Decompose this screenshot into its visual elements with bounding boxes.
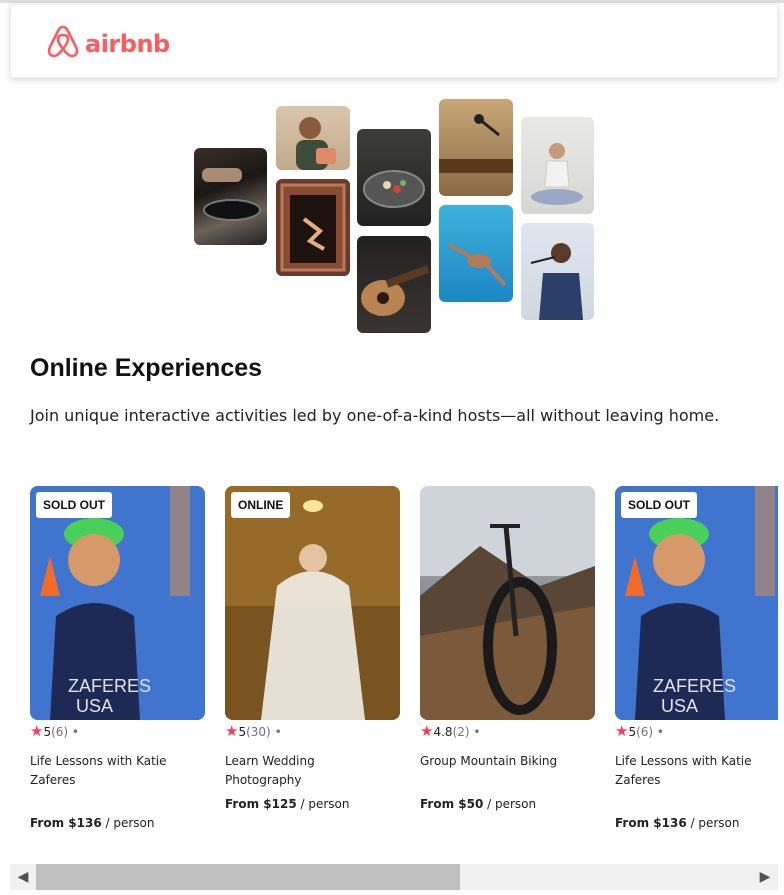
- rating-value: 5: [238, 725, 247, 739]
- card-rating: ★4.8(2) •: [420, 722, 480, 740]
- experience-card[interactable]: ONLINE ★5(30) • Learn Wedding Photograph…: [225, 486, 400, 811]
- cooking-pan-image: [194, 148, 267, 245]
- experience-card[interactable]: ZAFERES USA SOLD OUT ★5(6) • Life Lesson…: [615, 486, 784, 830]
- section-subtitle: Join unique interactive activities led b…: [30, 406, 720, 425]
- price-amount: From $50: [420, 797, 484, 811]
- swimmer-pool-image: [439, 205, 513, 302]
- card-image[interactable]: ZAFERES USA SOLD OUT: [30, 486, 205, 720]
- card-title[interactable]: Group Mountain Biking: [420, 752, 580, 771]
- price-amount: From $125: [225, 797, 297, 811]
- price-unit: / person: [686, 816, 740, 830]
- svg-text:ZAFERES: ZAFERES: [653, 676, 736, 696]
- card-title[interactable]: Life Lessons with Katie Zaferes: [615, 752, 775, 790]
- card-image[interactable]: [420, 486, 595, 720]
- review-count: (2): [452, 725, 470, 739]
- performer-singing-image: [521, 223, 594, 320]
- card-image[interactable]: ONLINE: [225, 486, 400, 720]
- section-title: Online Experiences: [30, 354, 263, 382]
- separator-dot: •: [473, 725, 481, 739]
- price-unit: / person: [101, 816, 155, 830]
- star-icon: ★: [420, 722, 434, 740]
- review-count: (6): [636, 725, 654, 739]
- separator-dot: •: [274, 725, 282, 739]
- horizontal-scrollbar[interactable]: ◀ ▶: [10, 864, 778, 890]
- separator-dot: •: [71, 725, 79, 739]
- singer-microphone-image: [439, 99, 513, 196]
- rating-value: 5: [43, 725, 52, 739]
- site-header: airbnb: [10, 4, 778, 78]
- rating-value: 4.8: [433, 725, 453, 739]
- rating-value: 5: [628, 725, 637, 739]
- card-price: From $50 / person: [420, 797, 536, 811]
- status-badge: ONLINE: [231, 492, 291, 518]
- card-image[interactable]: ZAFERES USA SOLD OUT: [615, 486, 778, 720]
- price-amount: From $136: [615, 816, 687, 830]
- guitar-image: [357, 236, 431, 333]
- status-badge: SOLD OUT: [36, 492, 112, 518]
- scroll-right-arrow-icon[interactable]: ▶: [752, 864, 778, 890]
- card-rating: ★5(30) •: [225, 722, 282, 740]
- experience-card[interactable]: ★4.8(2) • Group Mountain Biking From $50…: [420, 486, 595, 811]
- scrollbar-thumb[interactable]: [36, 864, 460, 890]
- experience-card[interactable]: ZAFERES USA SOLD OUT ★5(6) • Life Lesson…: [30, 486, 205, 830]
- food-bowl-image: [357, 129, 431, 226]
- price-unit: / person: [296, 797, 350, 811]
- card-rating: ★5(6) •: [30, 722, 79, 740]
- logo-text: airbnb: [85, 30, 170, 58]
- star-icon: ★: [30, 722, 44, 740]
- review-count: (30): [246, 725, 271, 739]
- svg-text:USA: USA: [76, 696, 113, 716]
- card-title[interactable]: Life Lessons with Katie Zaferes: [30, 752, 190, 790]
- svg-text:USA: USA: [661, 696, 698, 716]
- review-count: (6): [51, 725, 69, 739]
- yoga-woman-image: [521, 117, 594, 214]
- card-price: From $136 / person: [615, 816, 739, 830]
- pottery-woman-image: [276, 106, 350, 170]
- airbnb-logo-icon: [47, 25, 79, 63]
- status-badge: SOLD OUT: [621, 492, 697, 518]
- separator-dot: •: [656, 725, 664, 739]
- card-rating: ★5(6) •: [615, 722, 664, 740]
- card-title[interactable]: Learn Wedding Photography: [225, 752, 385, 790]
- price-amount: From $136: [30, 816, 102, 830]
- star-icon: ★: [615, 722, 629, 740]
- star-icon: ★: [225, 722, 239, 740]
- price-unit: / person: [483, 797, 537, 811]
- scroll-left-arrow-icon[interactable]: ◀: [10, 864, 36, 890]
- window-top-border: [0, 0, 784, 3]
- dancer-doorway-image: [276, 179, 350, 276]
- card-price: From $125 / person: [225, 797, 349, 811]
- svg-text:ZAFERES: ZAFERES: [68, 676, 151, 696]
- airbnb-logo-link[interactable]: airbnb: [47, 25, 170, 63]
- card-price: From $136 / person: [30, 816, 154, 830]
